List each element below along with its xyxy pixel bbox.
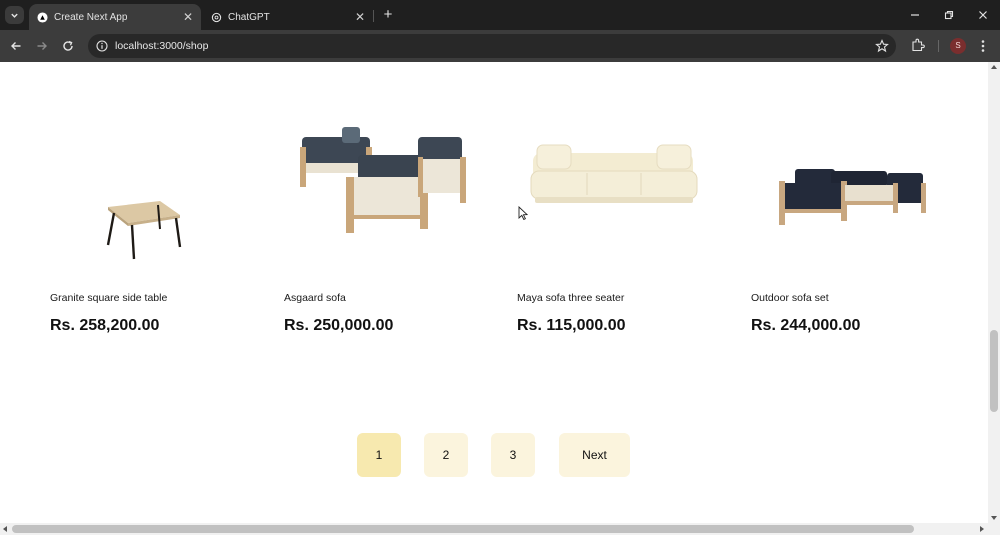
close-tab-icon[interactable]: ✕ (353, 10, 367, 24)
tab-title: ChatGPT (228, 11, 270, 23)
page-3-button[interactable]: 3 (491, 433, 535, 477)
scroll-left-arrow-icon[interactable] (3, 526, 7, 532)
product-image-square-side-table[interactable] (50, 117, 230, 267)
product-price: Rs. 250,000.00 (284, 317, 394, 334)
page-viewport: Granite square side table Rs. 258,200.00… (0, 62, 988, 523)
page-2-button[interactable]: 2 (424, 433, 468, 477)
site-info-icon[interactable] (96, 40, 108, 52)
vertical-scroll-thumb[interactable] (990, 330, 998, 412)
horizontal-scroll-thumb[interactable] (12, 525, 914, 533)
reload-icon (63, 40, 73, 51)
scroll-up-arrow-icon[interactable] (991, 65, 997, 69)
product-name[interactable]: Granite square side table (50, 292, 167, 304)
product-image-outdoor-sofa-set[interactable] (761, 117, 941, 267)
arrow-right-icon (37, 42, 47, 50)
product-price: Rs. 115,000.00 (517, 317, 626, 334)
horizontal-scrollbar[interactable] (0, 523, 1000, 535)
back-button[interactable] (8, 38, 24, 54)
chevron-down-icon (11, 13, 18, 18)
scroll-right-arrow-icon[interactable] (980, 526, 984, 532)
product-name[interactable]: Outdoor sofa set (751, 292, 829, 304)
product-price: Rs. 258,200.00 (50, 317, 160, 334)
next-page-button[interactable]: Next (559, 433, 630, 477)
openai-icon (211, 12, 222, 22)
vertical-scrollbar[interactable] (988, 62, 1000, 523)
tab-create-next-app[interactable]: Create Next App ✕ (29, 4, 201, 30)
toolbar-separator (938, 40, 939, 52)
more-menu-icon[interactable] (978, 38, 988, 54)
tab-search-button[interactable] (5, 6, 24, 24)
address-bar[interactable]: localhost:3000/shop (88, 34, 896, 58)
close-tab-icon[interactable]: ✕ (181, 10, 195, 24)
new-tab-button[interactable]: + (380, 7, 396, 23)
extensions-puzzle-icon[interactable] (911, 38, 925, 52)
browser-toolbar: localhost:3000/shop (0, 30, 1000, 62)
product-price: Rs. 244,000.00 (751, 317, 861, 334)
nextjs-icon (37, 11, 48, 23)
page-1-button[interactable]: 1 (357, 433, 401, 477)
minimize-button[interactable] (907, 7, 923, 23)
profile-avatar[interactable]: S (950, 38, 966, 54)
minimize-icon (911, 14, 919, 16)
arrow-left-icon (11, 42, 21, 50)
tab-separator (373, 10, 374, 22)
restore-icon (944, 10, 954, 20)
scroll-down-arrow-icon[interactable] (991, 516, 997, 520)
close-icon (979, 11, 987, 19)
reload-button[interactable] (60, 38, 76, 54)
close-window-button[interactable] (975, 7, 991, 23)
product-image-three-seater-sofa[interactable] (527, 117, 707, 267)
mouse-cursor-icon (518, 206, 528, 220)
forward-button[interactable] (34, 38, 50, 54)
product-name[interactable]: Asgaard sofa (284, 292, 346, 304)
bookmark-star-icon[interactable] (875, 39, 889, 53)
product-name[interactable]: Maya sofa three seater (517, 292, 624, 304)
restore-button[interactable] (941, 7, 957, 23)
tab-title: Create Next App (54, 11, 128, 23)
browser-tab-strip: Create Next App ✕ ChatGPT ✕ + (0, 0, 1000, 30)
tab-chatgpt[interactable]: ChatGPT ✕ (203, 4, 373, 30)
url-text: localhost:3000/shop (115, 40, 209, 52)
product-image-asgaard-sofa-set[interactable] (294, 117, 474, 267)
